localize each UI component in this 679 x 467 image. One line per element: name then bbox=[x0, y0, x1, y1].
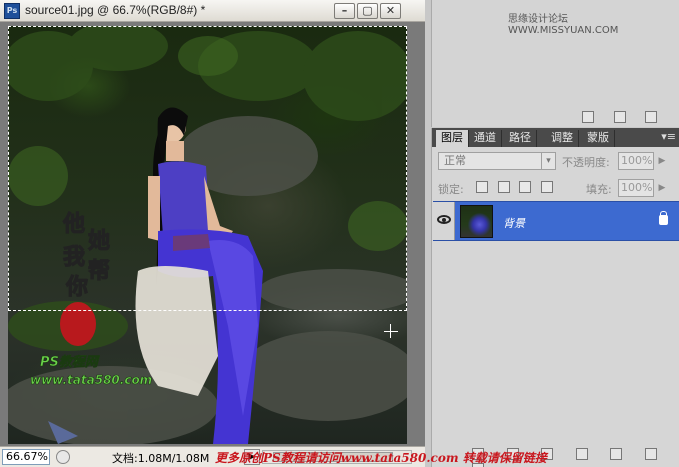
cursor-crosshair-icon bbox=[384, 331, 398, 332]
document-titlebar[interactable]: Ps source01.jpg @ 66.7%(RGB/8#) * – ▢ ✕ bbox=[0, 0, 425, 22]
status-info-icon[interactable] bbox=[56, 450, 70, 464]
photo-canvas[interactable]: 他 她 我 帮 你 PS教程网 www.tata580.com bbox=[8, 26, 407, 444]
lock-position-icon[interactable] bbox=[519, 181, 531, 193]
new-icon[interactable] bbox=[613, 111, 626, 123]
svg-text:他: 他 bbox=[62, 211, 85, 237]
watermark-site: www.tata580.com bbox=[30, 373, 152, 387]
document-title: source01.jpg @ 66.7%(RGB/8#) * bbox=[25, 3, 206, 17]
upper-panel-area: 思缘设计论坛 WWW.MISSYUAN.COM bbox=[431, 0, 679, 127]
adjustment-layer-icon[interactable] bbox=[575, 448, 588, 460]
blend-mode-select[interactable]: 正常 ▾ bbox=[438, 152, 556, 170]
minimize-button[interactable]: – bbox=[334, 3, 355, 19]
tab-masks[interactable]: 蒙版 bbox=[582, 130, 615, 147]
opacity-field[interactable]: 100% bbox=[618, 152, 654, 170]
svg-text:她: 她 bbox=[88, 228, 110, 254]
lock-pixels-icon[interactable] bbox=[497, 181, 510, 193]
canvas-area[interactable]: 他 她 我 帮 你 PS教程网 www.tata580.com bbox=[0, 22, 425, 446]
lock-icon bbox=[659, 211, 668, 225]
minimize-icon: – bbox=[341, 4, 348, 17]
close-button[interactable]: ✕ bbox=[380, 3, 401, 19]
svg-text:帮: 帮 bbox=[88, 258, 110, 284]
calligraphy-watermark: 他 她 我 帮 你 bbox=[62, 211, 111, 301]
panel-bottom-icons bbox=[582, 111, 673, 126]
layer-visibility-toggle[interactable] bbox=[433, 202, 455, 240]
eye-icon bbox=[437, 215, 451, 224]
bottom-watermark-text: 更多原创PS教程请访问www.tata580.com 转载请保留链接 bbox=[215, 451, 547, 465]
fill-slider-arrow-icon[interactable]: ▶ bbox=[656, 179, 668, 197]
photo-illustration: 他 她 我 帮 你 PS教程网 www.tata580.com bbox=[8, 26, 407, 444]
tab-channels[interactable]: 通道 bbox=[469, 130, 502, 147]
trash-icon[interactable] bbox=[645, 111, 657, 123]
fill-label: 填充: bbox=[586, 183, 612, 196]
blend-mode-value: 正常 bbox=[444, 154, 466, 167]
cursor-crosshair-icon-vertical bbox=[390, 324, 391, 338]
close-icon: ✕ bbox=[385, 4, 396, 17]
lock-transparency-icon[interactable] bbox=[476, 181, 488, 193]
lock-all-icon[interactable] bbox=[540, 181, 553, 193]
watermark-brand: PS教程网 bbox=[40, 354, 100, 370]
zoom-field[interactable]: 66.67% bbox=[2, 449, 50, 465]
panel-menu-icon[interactable]: ▾≡ bbox=[661, 130, 676, 143]
no-icon[interactable] bbox=[582, 111, 594, 123]
layer-row-background[interactable]: 背景 bbox=[433, 201, 679, 241]
maximize-icon: ▢ bbox=[362, 4, 373, 17]
site-credit: 思缘设计论坛 WWW.MISSYUAN.COM bbox=[508, 14, 619, 36]
tab-adjustments[interactable]: 调整 bbox=[546, 130, 579, 147]
opacity-slider-arrow-icon[interactable]: ▶ bbox=[656, 152, 668, 170]
new-group-icon[interactable] bbox=[610, 448, 622, 460]
new-layer-icon[interactable] bbox=[644, 448, 657, 460]
photoshop-app-icon: Ps bbox=[4, 3, 20, 19]
layer-thumbnail[interactable] bbox=[460, 205, 493, 238]
tab-layers[interactable]: 图层 bbox=[436, 130, 469, 147]
red-seal-stamp bbox=[60, 302, 96, 346]
chevron-down-icon: ▾ bbox=[541, 153, 555, 169]
svg-text:你: 你 bbox=[65, 274, 88, 300]
maximize-button[interactable]: ▢ bbox=[357, 3, 378, 19]
panel-tab-bar: 图层 通道 路径 调整 蒙版 ▾≡ bbox=[432, 128, 679, 147]
lock-label: 锁定: bbox=[438, 183, 464, 196]
opacity-label: 不透明度: bbox=[562, 156, 610, 169]
lock-options bbox=[476, 180, 559, 193]
svg-text:我: 我 bbox=[63, 244, 85, 270]
fill-field[interactable]: 100% bbox=[618, 179, 654, 197]
photoshop-workspace: Ps source01.jpg @ 66.7%(RGB/8#) * – ▢ ✕ bbox=[0, 0, 679, 467]
layer-name[interactable]: 背景 bbox=[503, 215, 525, 231]
tab-paths[interactable]: 路径 bbox=[504, 130, 537, 147]
document-size-info: 文档:1.08M/1.08M bbox=[112, 452, 210, 465]
document-window: Ps source01.jpg @ 66.7%(RGB/8#) * – ▢ ✕ bbox=[0, 0, 425, 467]
layers-panel: 图层 通道 路径 调整 蒙版 ▾≡ 正常 ▾ 不透明度: 100% ▶ 锁定: … bbox=[431, 128, 679, 467]
